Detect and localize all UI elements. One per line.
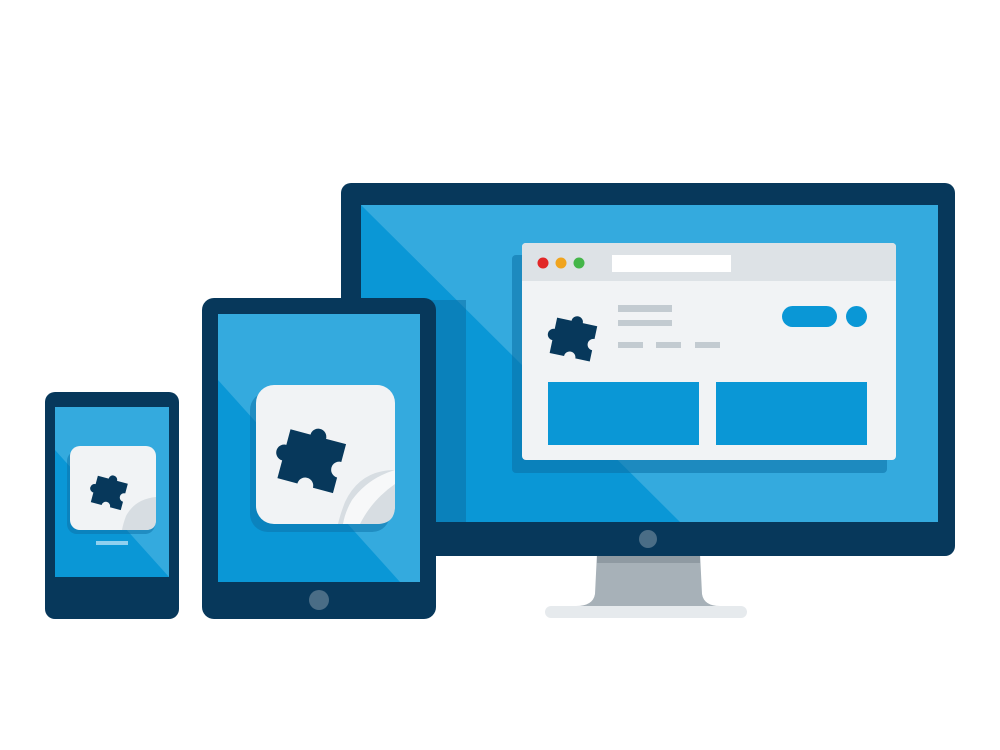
phone-caption-line bbox=[96, 541, 128, 545]
content-block-right bbox=[716, 382, 867, 445]
smartphone bbox=[45, 392, 179, 619]
address-bar bbox=[612, 255, 731, 272]
illustration-canvas bbox=[45, 183, 955, 619]
nav-placeholder-3 bbox=[695, 342, 720, 348]
nav-placeholder-2 bbox=[656, 342, 681, 348]
heading-placeholder bbox=[618, 305, 672, 312]
tablet bbox=[202, 298, 436, 619]
primary-pill-button bbox=[782, 306, 837, 327]
responsive-devices-illustration bbox=[0, 0, 1000, 750]
monitor-power-dot bbox=[639, 530, 657, 548]
home-button-icon bbox=[309, 590, 329, 610]
maximize-dot bbox=[573, 257, 585, 269]
browser-window bbox=[522, 243, 896, 460]
secondary-pill-button bbox=[846, 306, 867, 327]
minimize-dot bbox=[555, 257, 567, 269]
nav-placeholder-1 bbox=[618, 342, 643, 348]
subheading-placeholder bbox=[618, 320, 672, 326]
monitor-base bbox=[545, 606, 747, 618]
content-block-left bbox=[548, 382, 699, 445]
close-dot bbox=[537, 257, 549, 269]
